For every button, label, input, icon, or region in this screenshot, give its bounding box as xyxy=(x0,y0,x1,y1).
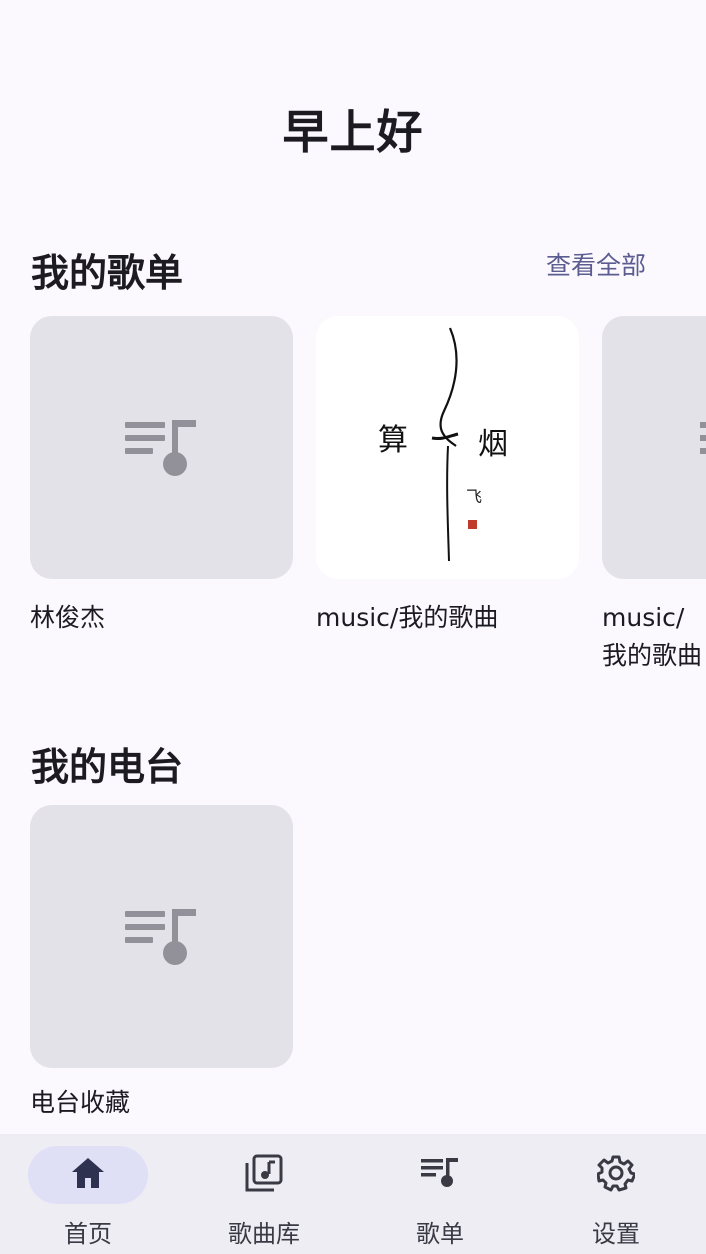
playlist-card-label: music/我的歌曲 xyxy=(602,603,703,670)
home-icon xyxy=(70,1156,106,1194)
music-library-icon xyxy=(244,1153,284,1197)
playlist-card-label: 林俊杰 xyxy=(30,603,106,632)
svg-text:算: 算 xyxy=(378,423,408,458)
playlists-section-title: 我的歌单 xyxy=(31,251,184,295)
nav-label-playlists: 歌单 xyxy=(416,1220,464,1248)
radio-card-label: 电台收藏 xyxy=(30,1088,131,1117)
nav-label-settings: 设置 xyxy=(592,1220,640,1248)
playlist-icon xyxy=(124,908,199,965)
nav-label-home: 首页 xyxy=(64,1220,112,1248)
see-all-link[interactable]: 查看全部 xyxy=(546,246,646,282)
nav-item-settings[interactable]: 设置 xyxy=(528,1134,704,1254)
nav-item-home[interactable]: 首页 xyxy=(0,1134,176,1254)
playlist-cover-placeholder xyxy=(30,316,293,579)
playlist-icon xyxy=(421,1158,459,1192)
svg-text:烟: 烟 xyxy=(478,427,508,462)
playlist-card[interactable]: 林俊杰 xyxy=(30,316,293,637)
nav-item-playlists[interactable]: 歌单 xyxy=(352,1134,528,1254)
svg-text:飞: 飞 xyxy=(466,487,482,506)
playlist-icon xyxy=(124,419,199,476)
nav-label-library: 歌曲库 xyxy=(228,1220,300,1248)
playlist-card[interactable]: 算 烟 飞 music/我的歌曲 xyxy=(316,316,579,637)
greeting-title: 早上好 xyxy=(282,105,424,159)
radio-section-title: 我的电台 xyxy=(31,745,184,789)
bottom-navigation-bar: 首页 歌曲库 歌单 设置 xyxy=(0,1134,706,1254)
nav-active-indicator xyxy=(28,1146,148,1204)
playlist-card[interactable]: music/我的歌曲 xyxy=(602,316,706,675)
playlist-card-label: music/我的歌曲 xyxy=(316,603,499,632)
playlist-album-art: 算 烟 飞 xyxy=(316,316,579,579)
playlist-icon xyxy=(700,420,706,476)
radio-card[interactable]: 电台收藏 xyxy=(30,805,293,1122)
radio-cover-placeholder xyxy=(30,805,293,1068)
nav-item-library[interactable]: 歌曲库 xyxy=(176,1134,352,1254)
settings-icon xyxy=(596,1154,637,1196)
calligraphy-album-art: 算 烟 飞 xyxy=(378,327,508,562)
playlist-cover-placeholder xyxy=(602,316,706,579)
